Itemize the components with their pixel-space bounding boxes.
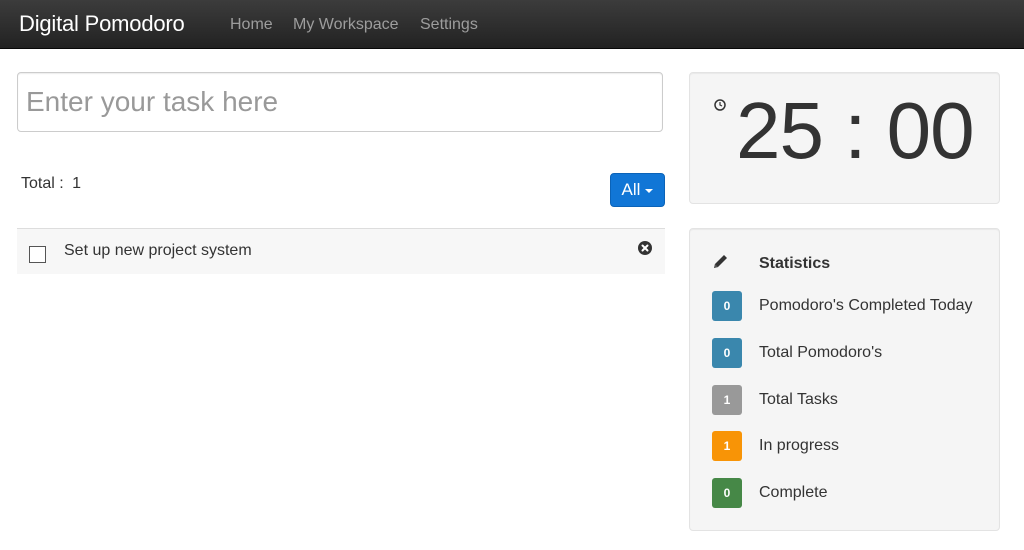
- brand-link[interactable]: Digital Pomodoro: [19, 11, 185, 37]
- stat-badge: 0: [712, 291, 742, 321]
- caret-down-icon: [645, 189, 654, 193]
- stat-total-pomodoros: 0 Total Pomodoro's: [712, 338, 992, 368]
- stat-label: Total Pomodoro's: [759, 344, 883, 361]
- stat-complete: 0 Complete: [712, 478, 992, 508]
- total-count: Total : 1: [21, 175, 81, 193]
- stat-badge: 0: [712, 338, 742, 368]
- task-input[interactable]: [17, 72, 663, 132]
- nav-home-link[interactable]: Home: [230, 16, 273, 34]
- statistics-title: Statistics: [759, 255, 831, 272]
- task-checkbox[interactable]: [29, 246, 46, 263]
- stat-label: Pomodoro's Completed Today: [759, 297, 973, 314]
- stat-badge: 1: [712, 431, 742, 461]
- stat-label: In progress: [759, 437, 840, 454]
- stat-badge: 1: [712, 385, 742, 415]
- total-value: 1: [67, 175, 82, 192]
- stat-badge: 0: [712, 478, 742, 508]
- statistics-panel: Statistics 0 Pomodoro's Completed Today …: [689, 228, 1000, 531]
- task-row: Set up new project system: [17, 228, 665, 274]
- nav-my-workspace-link[interactable]: My Workspace: [293, 16, 399, 34]
- remove-circle-icon[interactable]: [638, 241, 652, 255]
- navbar: Digital Pomodoro Home My Workspace Setti…: [0, 0, 1024, 49]
- nav-settings-link[interactable]: Settings: [420, 16, 478, 34]
- pencil-icon: [714, 255, 727, 268]
- filter-label: All: [621, 180, 641, 199]
- clock-icon: [714, 99, 726, 111]
- stat-total-tasks: 1 Total Tasks: [712, 385, 992, 415]
- task-label: Set up new project system: [64, 242, 252, 259]
- total-label: Total :: [21, 175, 64, 192]
- timer-panel: 25 : 00: [689, 72, 1000, 204]
- stat-completed-today: 0 Pomodoro's Completed Today: [712, 291, 992, 321]
- filter-dropdown-button[interactable]: All: [610, 173, 665, 207]
- timer-display: 25 : 00: [736, 86, 975, 175]
- stat-label: Complete: [759, 484, 828, 501]
- stat-in-progress: 1 In progress: [712, 431, 992, 461]
- stat-label: Total Tasks: [759, 391, 838, 408]
